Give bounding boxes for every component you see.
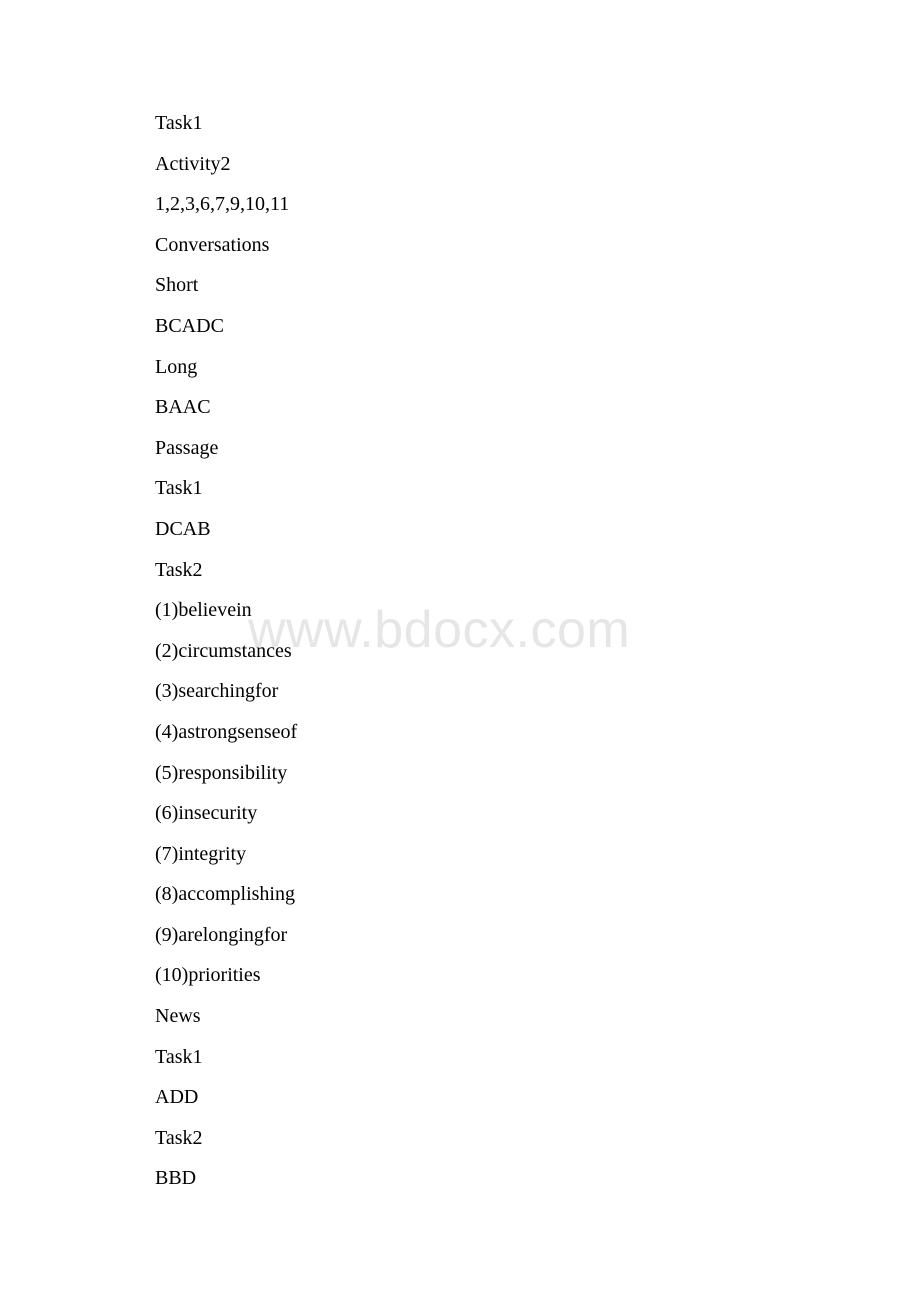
document-line: Conversations [155, 233, 270, 256]
document-line: BAAC [155, 396, 211, 419]
document-text-body: Task1 Activity2 1,2,3,6,7,9,10,11 Conver… [155, 103, 855, 1199]
document-line: (7)integrity [155, 842, 247, 865]
document-line: 1,2,3,6,7,9,10,11 [155, 193, 290, 216]
document-line: BBD [155, 1167, 197, 1190]
document-line: (1)believein [155, 599, 252, 622]
document-line: (5)responsibility [155, 761, 288, 784]
document-line: Passage [155, 436, 219, 459]
document-line: (8)accomplishing [155, 883, 295, 906]
document-page: www.bdocx.com Task1 Activity2 1,2,3,6,7,… [0, 0, 920, 1302]
document-line: ADD [155, 1086, 199, 1109]
document-line: Task1 [155, 1045, 203, 1068]
document-line: (4)astrongsenseof [155, 720, 298, 743]
document-line: (2)circumstances [155, 639, 292, 662]
document-line: Task1 [155, 112, 203, 134]
document-line: Long [155, 355, 198, 378]
document-line: BCADC [155, 314, 224, 337]
document-line: Task2 [155, 558, 203, 581]
document-line: DCAB [155, 517, 211, 540]
document-line: (10)priorities [155, 964, 261, 987]
document-line: (6)insecurity [155, 802, 258, 825]
document-line: Task1 [155, 477, 203, 500]
document-line: Task2 [155, 1126, 203, 1149]
document-line: (3)searchingfor [155, 680, 279, 703]
document-line: Short [155, 274, 199, 297]
document-line: Activity2 [155, 152, 231, 175]
document-line: (9)arelongingfor [155, 923, 288, 946]
document-line: News [155, 1005, 201, 1028]
